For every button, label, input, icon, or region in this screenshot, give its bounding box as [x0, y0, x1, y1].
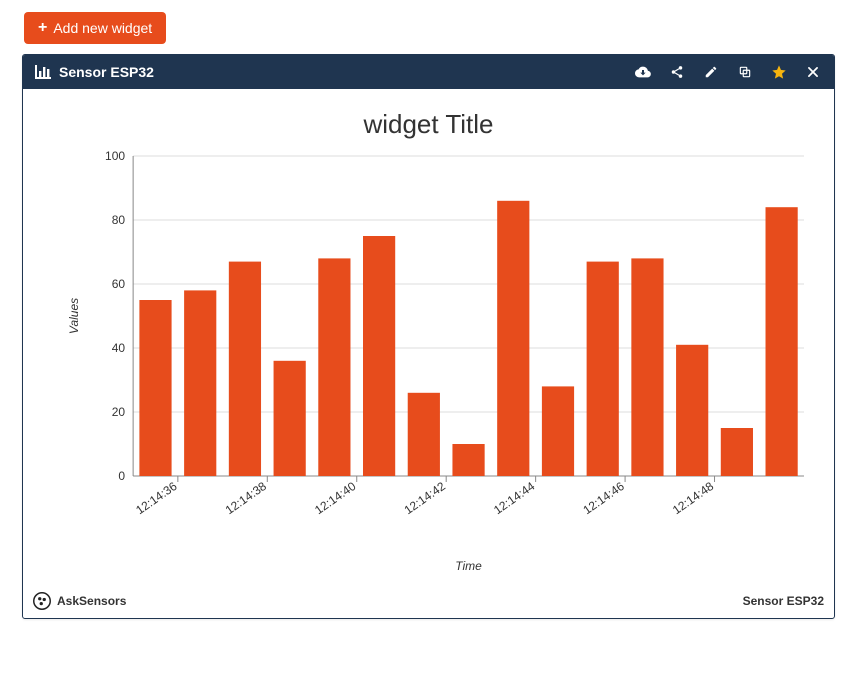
svg-text:100: 100	[105, 149, 125, 163]
widget-actions	[634, 63, 822, 81]
bar	[274, 361, 306, 476]
x-tick-label: 12:14:46	[580, 479, 627, 517]
footer-sensor-name: Sensor ESP32	[743, 594, 824, 608]
bar	[542, 386, 574, 476]
bar	[587, 262, 619, 476]
bar	[676, 345, 708, 476]
x-tick-label: 12:14:44	[491, 479, 538, 517]
chart-title: widget Title	[33, 109, 824, 140]
svg-text:Time: Time	[455, 559, 482, 573]
add-widget-button[interactable]: + Add new widget	[24, 12, 166, 44]
chart-plot: 0 20 40 60 80 100 12:14:36 12:14:38 12:14:40 12:1…	[33, 146, 824, 576]
bar	[497, 201, 529, 476]
bar	[721, 428, 753, 476]
svg-text:60: 60	[112, 277, 126, 291]
share-icon[interactable]	[668, 63, 686, 81]
widget-footer: AskSensors Sensor ESP32	[23, 586, 834, 618]
chart-area: widget Title 0 20 40 60 80 100 12:14:36 12:14:3…	[23, 89, 834, 586]
bar	[139, 300, 171, 476]
bar-chart-icon	[35, 65, 51, 79]
bar	[318, 258, 350, 476]
bar	[408, 393, 440, 476]
bar	[229, 262, 261, 476]
y-axis-title: Values	[67, 298, 81, 334]
svg-text:40: 40	[112, 341, 126, 355]
x-tick-label: 12:14:48	[670, 479, 717, 517]
bar	[766, 207, 798, 476]
x-tick-label: 12:14:38	[223, 479, 270, 517]
brand: AskSensors	[33, 592, 126, 610]
svg-text:80: 80	[112, 213, 126, 227]
close-icon[interactable]	[804, 63, 822, 81]
x-tick-label: 12:14:36	[133, 479, 180, 517]
bar	[452, 444, 484, 476]
x-tick-label: 12:14:40	[312, 479, 359, 517]
download-icon[interactable]	[634, 63, 652, 81]
star-icon[interactable]	[770, 63, 788, 81]
widget-title: Sensor ESP32	[59, 64, 154, 80]
svg-text:0: 0	[118, 469, 125, 483]
brand-name: AskSensors	[57, 594, 126, 608]
widget-card: Sensor ESP32	[22, 54, 835, 619]
x-tick-label: 12:14:42	[402, 479, 449, 517]
bar	[184, 290, 216, 476]
edit-icon[interactable]	[702, 63, 720, 81]
widget-header: Sensor ESP32	[23, 55, 834, 89]
add-widget-label: Add new widget	[53, 20, 152, 36]
copy-icon[interactable]	[736, 63, 754, 81]
bar	[631, 258, 663, 476]
brand-logo-icon	[33, 592, 51, 610]
bar	[363, 236, 395, 476]
svg-text:20: 20	[112, 405, 126, 419]
plus-icon: +	[38, 20, 47, 36]
